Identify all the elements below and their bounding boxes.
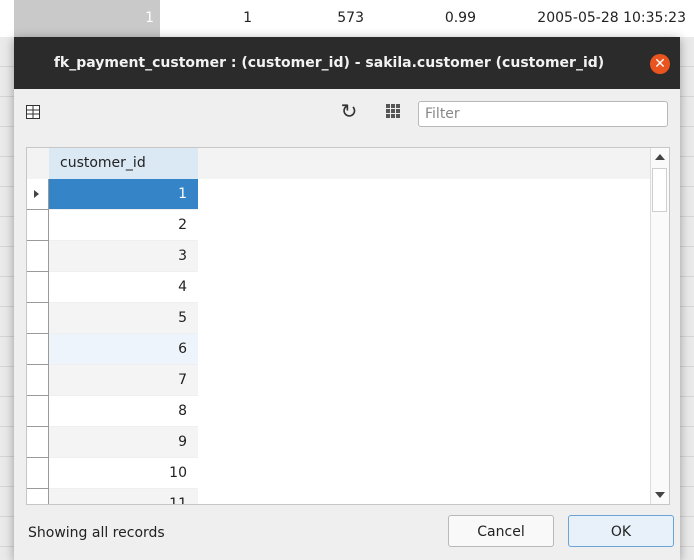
- table-body: 1 2 3 4 5 6 7 8 9 10 11: [27, 179, 659, 504]
- bg-cell-2: 1: [243, 10, 252, 26]
- table-row[interactable]: 3: [27, 241, 659, 272]
- row-indicator[interactable]: [27, 179, 49, 210]
- cell-customer-id[interactable]: 6: [49, 334, 198, 365]
- cancel-button[interactable]: Cancel: [448, 515, 554, 547]
- row-indicator[interactable]: [27, 365, 49, 396]
- cell-customer-id[interactable]: 8: [49, 396, 198, 427]
- scroll-up-arrow-icon[interactable]: [655, 154, 665, 160]
- table-row[interactable]: 1: [27, 179, 659, 210]
- row-indicator[interactable]: [27, 210, 49, 241]
- bg-cell-4: 0.99: [444, 10, 476, 26]
- table-header-row: customer_id: [27, 148, 659, 179]
- table-row[interactable]: 8: [27, 396, 659, 427]
- dialog-toolbar: ↻: [14, 89, 680, 133]
- row-indicator[interactable]: [27, 303, 49, 334]
- cell-customer-id[interactable]: 5: [49, 303, 198, 334]
- cell-customer-id[interactable]: 1: [49, 179, 198, 210]
- scroll-down-arrow-icon[interactable]: [655, 492, 665, 498]
- table-row[interactable]: 11: [27, 489, 659, 504]
- column-header-customer-id[interactable]: customer_id: [49, 148, 198, 179]
- dialog-titlebar[interactable]: fk_payment_customer : (customer_id) - sa…: [14, 37, 680, 89]
- bg-cell-1: 1: [14, 0, 160, 37]
- cell-customer-id[interactable]: 11: [49, 489, 198, 504]
- cell-customer-id[interactable]: 3: [49, 241, 198, 272]
- bg-cell-3: 573: [337, 10, 364, 26]
- row-indicator[interactable]: [27, 489, 49, 504]
- current-row-arrow-icon: [34, 190, 39, 198]
- vertical-scrollbar[interactable]: [650, 148, 669, 504]
- status-text: Showing all records: [28, 525, 165, 541]
- row-indicator[interactable]: [27, 427, 49, 458]
- filter-input[interactable]: [418, 101, 668, 127]
- foreign-key-dialog: fk_payment_customer : (customer_id) - sa…: [14, 37, 680, 560]
- background-grid-right: [680, 37, 694, 560]
- cell-customer-id[interactable]: 2: [49, 210, 198, 241]
- table-row[interactable]: 10: [27, 458, 659, 489]
- table-row[interactable]: 7: [27, 365, 659, 396]
- close-icon[interactable]: ✕: [650, 54, 670, 74]
- cell-customer-id[interactable]: 7: [49, 365, 198, 396]
- table-row[interactable]: 9: [27, 427, 659, 458]
- row-indicator[interactable]: [27, 334, 49, 365]
- cell-customer-id[interactable]: 10: [49, 458, 198, 489]
- ok-button[interactable]: OK: [568, 515, 674, 547]
- grid-icon[interactable]: [386, 104, 400, 118]
- table-row[interactable]: 4: [27, 272, 659, 303]
- row-indicator[interactable]: [27, 272, 49, 303]
- table-row[interactable]: 5: [27, 303, 659, 334]
- columns-icon[interactable]: [26, 105, 40, 119]
- row-indicator[interactable]: [27, 458, 49, 489]
- scrollbar-thumb[interactable]: [652, 168, 667, 212]
- background-grid-left: [0, 37, 14, 560]
- table-row[interactable]: 2: [27, 210, 659, 241]
- row-indicator[interactable]: [27, 396, 49, 427]
- bg-cell-5: 2005-05-28 10:35:23: [537, 10, 686, 26]
- refresh-icon[interactable]: ↻: [338, 100, 360, 122]
- cell-customer-id[interactable]: 9: [49, 427, 198, 458]
- table-row[interactable]: 6: [27, 334, 659, 365]
- table-corner[interactable]: [27, 148, 49, 179]
- results-table: customer_id 1 2 3 4 5 6 7 8 9 10 11: [26, 147, 670, 505]
- row-indicator[interactable]: [27, 241, 49, 272]
- cell-customer-id[interactable]: 4: [49, 272, 198, 303]
- background-result-row: 1 1 573 0.99 2005-05-28 10:35:23: [0, 0, 694, 38]
- dialog-title: fk_payment_customer : (customer_id) - sa…: [53, 55, 605, 71]
